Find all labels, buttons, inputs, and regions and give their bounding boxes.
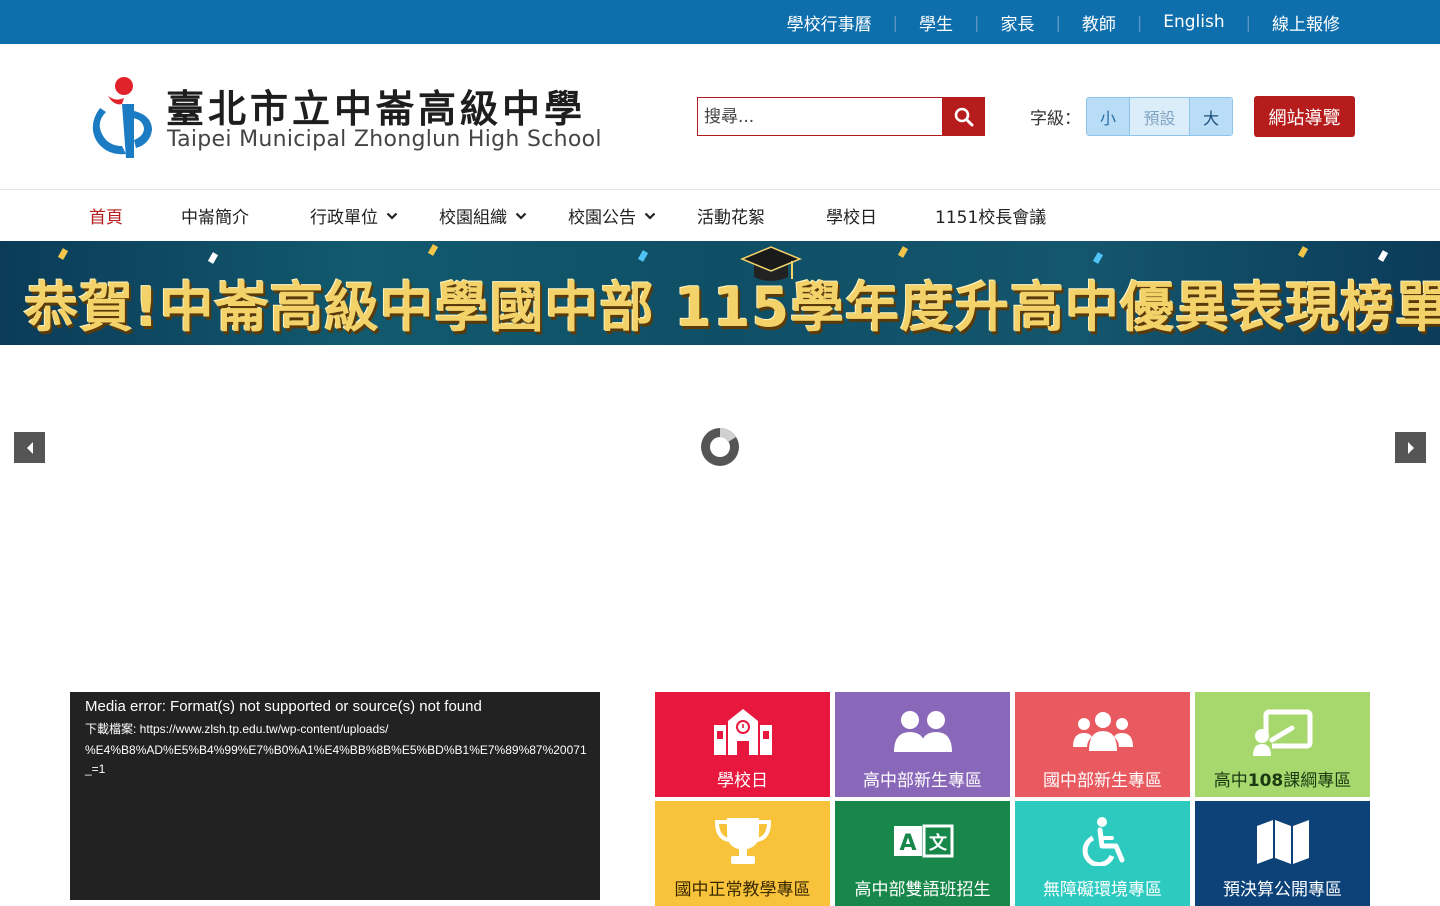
confetti-decoration <box>1377 250 1389 262</box>
search-button[interactable] <box>942 97 985 136</box>
media-error-title: Media error: Format(s) not supported or … <box>85 698 482 715</box>
font-size-small-button[interactable]: 小 <box>1087 98 1130 135</box>
nav-item-label: 行政單位 <box>310 208 378 228</box>
top-link-english[interactable]: English <box>1163 12 1224 32</box>
tile-label-prefix: 高中 <box>1213 771 1248 791</box>
nav-item-label: 中崙簡介 <box>181 208 249 228</box>
caret-left-icon <box>26 441 33 454</box>
nav-item-label: 活動花絮 <box>697 208 765 228</box>
slider-prev-button[interactable] <box>14 432 45 463</box>
tile-bilingual-enrollment[interactable]: A 文 高中部雙語班招生 <box>835 801 1010 906</box>
main-nav: 首頁 中崙簡介 行政單位 校園組織 校園公告 活動花絮 學校日 1151校長會議 <box>0 190 1440 241</box>
font-size-large-button[interactable]: 大 <box>1190 98 1232 135</box>
search-icon <box>954 107 973 126</box>
tile-curriculum-108[interactable]: 高中108課綱專區 <box>1195 692 1370 797</box>
tile-label: 無障礙環境專區 <box>1043 880 1162 900</box>
font-size-selector: 小 預設 大 <box>1086 97 1233 136</box>
top-link-separator: | <box>892 12 899 32</box>
presentation-icon <box>1251 706 1315 758</box>
svg-text:文: 文 <box>929 832 948 854</box>
quick-link-tiles: 學校日 高中部新生專區 國中部新生專區 高中108課綱專區 國中正常教學專區 A… <box>655 692 1370 906</box>
svg-text:A: A <box>899 831 916 856</box>
tile-senior-freshmen[interactable]: 高中部新生專區 <box>835 692 1010 797</box>
top-link-separator: | <box>974 12 980 32</box>
top-link-parents[interactable]: 家長 <box>1000 10 1034 35</box>
top-link-repair[interactable]: 線上報修 <box>1272 10 1340 35</box>
nav-item-admin-units[interactable]: 行政單位 <box>310 190 398 241</box>
top-link-separator: | <box>1055 12 1061 32</box>
confetti-decoration <box>1297 246 1309 258</box>
top-link-separator: | <box>1136 12 1143 32</box>
users-icon <box>891 706 955 758</box>
school-icon <box>711 706 775 758</box>
tile-label: 國中部新生專區 <box>1043 771 1162 791</box>
group-icon <box>1071 706 1135 758</box>
font-size-label: 字級： <box>1030 109 1081 129</box>
trophy-icon <box>711 815 775 867</box>
nav-item-label: 1151校長會議 <box>935 208 1047 228</box>
nav-item-about[interactable]: 中崙簡介 <box>181 190 249 241</box>
video-player[interactable]: Media error: Format(s) not supported or … <box>70 692 600 900</box>
confetti-decoration <box>897 246 909 258</box>
school-logo[interactable]: 臺北市立中崙高級中學 Taipei Municipal Zhonglun Hig… <box>86 72 602 164</box>
top-link-students[interactable]: 學生 <box>919 10 953 35</box>
top-utility-bar: 學校行事曆 | 學生 | 家長 | 教師 | English | 線上報修 <box>0 0 1440 44</box>
school-emblem-icon <box>92 77 152 158</box>
nav-item-label: 學校日 <box>826 208 877 228</box>
nav-item-school-day[interactable]: 學校日 <box>826 190 877 241</box>
slider-next-button[interactable] <box>1395 432 1426 463</box>
sitemap-button[interactable]: 網站導覽 <box>1254 96 1355 137</box>
tile-label-number: 108 <box>1247 771 1284 791</box>
tile-label: 高中部新生專區 <box>863 771 982 791</box>
nav-item-principal-meeting[interactable]: 1151校長會議 <box>935 190 1046 241</box>
tile-budget-disclosure[interactable]: 預決算公開專區 <box>1195 801 1370 906</box>
tile-label: 高中108課綱專區 <box>1195 766 1370 791</box>
download-url[interactable]: %E4%B8%AD%E5%B4%99%E7%B0%A1%E4%BB%8B%E5%… <box>85 740 587 760</box>
translate-icon: A 文 <box>891 815 955 867</box>
nav-item-home[interactable]: 首頁 <box>89 190 123 241</box>
tile-label: 國中正常教學專區 <box>674 880 811 900</box>
top-link-separator: | <box>1245 12 1251 32</box>
top-link-teachers[interactable]: 教師 <box>1082 10 1116 35</box>
tile-accessibility[interactable]: 無障礙環境專區 <box>1015 801 1190 906</box>
confetti-decoration <box>427 244 439 256</box>
tile-label: 高中部雙語班招生 <box>854 880 991 900</box>
chevron-down-icon <box>515 212 527 220</box>
tile-label: 學校日 <box>717 771 768 791</box>
download-url-tail: _=1 <box>85 762 106 776</box>
search-input[interactable] <box>697 97 943 136</box>
banner-headline: 恭賀!中崙高級中學國中部 115學年度升高中優異表現榜單 <box>24 276 1440 339</box>
tile-label: 預決算公開專區 <box>1223 880 1342 900</box>
wheelchair-icon <box>1071 815 1135 867</box>
nav-item-announcements[interactable]: 校園公告 <box>568 190 656 241</box>
tile-school-day[interactable]: 學校日 <box>655 692 830 797</box>
font-size-default-button[interactable]: 預設 <box>1130 98 1190 135</box>
confetti-decoration <box>637 250 649 262</box>
confetti-decoration <box>57 248 69 260</box>
tile-junior-freshmen[interactable]: 國中部新生專區 <box>1015 692 1190 797</box>
chevron-down-icon <box>386 212 398 220</box>
site-header: 臺北市立中崙高級中學 Taipei Municipal Zhonglun Hig… <box>0 44 1440 190</box>
nav-item-label: 校園公告 <box>568 208 636 228</box>
logo-chinese-name: 臺北市立中崙高級中學 <box>166 86 587 131</box>
chevron-down-icon <box>644 212 656 220</box>
nav-item-label: 首頁 <box>89 208 123 228</box>
download-label[interactable]: 下載檔案: https://www.zlsh.tp.edu.tw/wp-cont… <box>85 719 585 739</box>
tile-label-suffix: 課綱專區 <box>1283 771 1352 791</box>
announcement-banner[interactable]: 恭賀!中崙高級中學國中部 115學年度升高中優異表現榜單 <box>0 241 1440 345</box>
tile-junior-teaching[interactable]: 國中正常教學專區 <box>655 801 830 906</box>
nav-item-label: 校園組織 <box>439 208 507 228</box>
logo-english-name: Taipei Municipal Zhonglun High School <box>167 127 602 152</box>
image-slider <box>0 345 1440 692</box>
loading-spinner-icon <box>701 428 739 466</box>
top-links: 學校行事曆 | 學生 | 家長 | 教師 | English | 線上報修 <box>787 0 1340 44</box>
map-icon <box>1251 815 1315 867</box>
nav-item-activities[interactable]: 活動花絮 <box>697 190 765 241</box>
caret-right-icon <box>1407 441 1414 454</box>
top-link-calendar[interactable]: 學校行事曆 <box>787 10 872 35</box>
nav-item-organization[interactable]: 校園組織 <box>439 190 527 241</box>
